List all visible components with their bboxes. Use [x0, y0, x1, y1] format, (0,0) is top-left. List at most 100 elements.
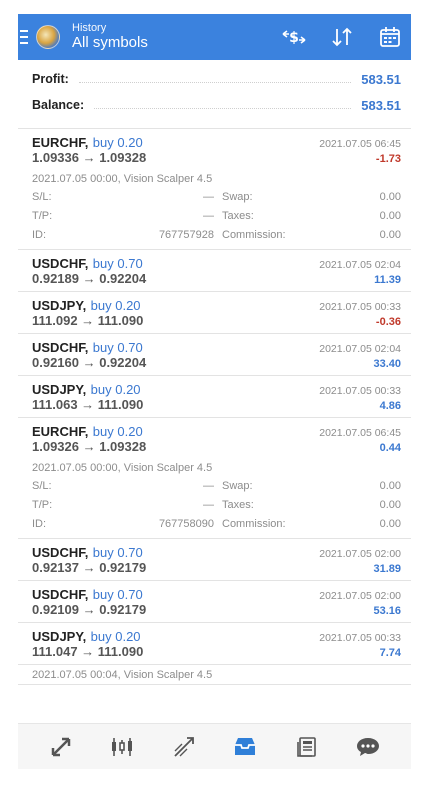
- deal-side: buy 0.20: [92, 135, 143, 150]
- partial-comment: 2021.07.05 00:04, Vision Scalper 4.5: [18, 665, 411, 685]
- deal-row[interactable]: USDJPY, buy 0.20 2021.07.05 00:33 111.04…: [18, 623, 411, 665]
- deal-datetime: 2021.07.05 02:00: [319, 590, 401, 602]
- tp-value: —: [203, 499, 214, 511]
- deal-datetime: 2021.07.05 00:33: [319, 301, 401, 313]
- balance-row: Balance: 583.51: [32, 92, 401, 118]
- history-icon[interactable]: [225, 727, 265, 767]
- balance-label: Balance:: [32, 98, 85, 112]
- profit-label: Profit:: [32, 72, 69, 86]
- deal-symbol: USDCHF,: [32, 340, 89, 355]
- deal-symbol: USDCHF,: [32, 587, 89, 602]
- taxes-label: Taxes:: [222, 210, 254, 222]
- deal-comment: 2021.07.05 00:00, Vision Scalper 4.5: [32, 462, 213, 474]
- deal-row[interactable]: USDCHF, buy 0.70 2021.07.05 02:04 0.9218…: [18, 250, 411, 292]
- sl-value: —: [203, 480, 214, 492]
- deal-prices: 111.092 → 111.090: [32, 313, 144, 328]
- chart-icon[interactable]: [102, 727, 142, 767]
- app-window: History All symbols $ Profit: 583.51 Bal…: [18, 14, 411, 769]
- tp-value: —: [203, 210, 214, 222]
- deal-symbol: EURCHF,: [32, 424, 89, 439]
- taxes-value: 0.00: [379, 210, 401, 222]
- quotes-icon[interactable]: [41, 727, 81, 767]
- deal-row[interactable]: USDJPY, buy 0.20 2021.07.05 00:33 111.06…: [18, 376, 411, 418]
- deal-prices: 111.047 → 111.090: [32, 644, 144, 659]
- swap-label: Swap:: [222, 480, 253, 492]
- deal-profit: -0.36: [375, 316, 401, 328]
- deal-side: buy 0.20: [90, 629, 141, 644]
- deal-datetime: 2021.07.05 02:04: [319, 259, 401, 271]
- deal-side: buy 0.70: [92, 587, 143, 602]
- balance-value: 583.51: [361, 97, 401, 113]
- swap-value: 0.00: [379, 191, 401, 203]
- trade-icon[interactable]: [164, 727, 204, 767]
- deal-profit: 33.40: [373, 358, 401, 370]
- sl-label: S/L:: [32, 191, 52, 203]
- deal-prices: 0.92109 → 0.92179: [32, 602, 147, 617]
- id-value: 767758090: [158, 518, 214, 530]
- tp-label: T/P:: [32, 210, 53, 222]
- deal-row[interactable]: USDCHF, buy 0.70 2021.07.05 02:04 0.9216…: [18, 334, 411, 376]
- deal-details: 2021.07.05 00:00, Vision Scalper 4.5 S/L…: [32, 459, 401, 534]
- deal-side: buy 0.70: [92, 545, 143, 560]
- commission-value: 0.00: [379, 518, 401, 530]
- id-value: 767757928: [158, 229, 214, 241]
- deal-profit: 7.74: [379, 647, 401, 659]
- deal-prices: 1.09326 → 1.09328: [32, 439, 147, 454]
- profit-row: Profit: 583.51: [32, 66, 401, 92]
- taxes-label: Taxes:: [222, 499, 254, 511]
- deal-datetime: 2021.07.05 06:45: [319, 138, 401, 150]
- deal-side: buy 0.20: [92, 424, 143, 439]
- commission-label: Commission:: [222, 518, 286, 530]
- deal-row[interactable]: EURCHF, buy 0.20 2021.07.05 06:45 1.0933…: [18, 129, 411, 250]
- deal-profit: -1.73: [375, 153, 401, 165]
- deal-side: buy 0.70: [92, 256, 143, 271]
- deal-row[interactable]: USDCHF, buy 0.70 2021.07.05 02:00 0.9210…: [18, 581, 411, 623]
- id-label: ID:: [32, 229, 47, 241]
- dollar-swap-icon[interactable]: $: [281, 24, 307, 50]
- deal-datetime: 2021.07.05 00:33: [319, 385, 401, 397]
- deal-profit: 31.89: [373, 563, 401, 575]
- deal-details: 2021.07.05 00:00, Vision Scalper 4.5 S/L…: [32, 170, 401, 245]
- deal-row[interactable]: USDJPY, buy 0.20 2021.07.05 00:33 111.09…: [18, 292, 411, 334]
- deal-prices: 1.09336 → 1.09328: [32, 150, 147, 165]
- deal-prices: 0.92160 → 0.92204: [32, 355, 147, 370]
- commission-value: 0.00: [379, 229, 401, 241]
- deal-datetime: 2021.07.05 02:04: [319, 343, 401, 355]
- swap-value: 0.00: [379, 480, 401, 492]
- deal-symbol: EURCHF,: [32, 135, 89, 150]
- svg-text:$: $: [289, 30, 299, 46]
- deal-symbol: USDJPY,: [32, 382, 87, 397]
- summary-panel: Profit: 583.51 Balance: 583.51: [18, 60, 411, 129]
- chat-icon[interactable]: [348, 727, 388, 767]
- deal-comment: 2021.07.05 00:00, Vision Scalper 4.5: [32, 173, 213, 185]
- menu-icon[interactable]: [18, 14, 32, 60]
- header-titles[interactable]: History All symbols: [72, 22, 148, 52]
- deal-datetime: 2021.07.05 02:00: [319, 548, 401, 560]
- deal-list: EURCHF, buy 0.20 2021.07.05 06:45 1.0933…: [18, 129, 411, 665]
- commission-label: Commission:: [222, 229, 286, 241]
- deal-symbol: USDJPY,: [32, 629, 87, 644]
- header-bar: History All symbols $: [18, 14, 411, 60]
- sl-label: S/L:: [32, 480, 52, 492]
- deal-side: buy 0.20: [90, 298, 141, 313]
- deal-row[interactable]: EURCHF, buy 0.20 2021.07.05 06:45 1.0932…: [18, 418, 411, 539]
- deal-symbol: USDCHF,: [32, 256, 89, 271]
- deal-datetime: 2021.07.05 06:45: [319, 427, 401, 439]
- deal-side: buy 0.20: [90, 382, 141, 397]
- deal-profit: 0.44: [379, 442, 401, 454]
- sort-icon[interactable]: [329, 24, 355, 50]
- deal-datetime: 2021.07.05 00:33: [319, 632, 401, 644]
- bottom-nav: [18, 723, 411, 769]
- header-title: All symbols: [72, 34, 148, 51]
- news-icon[interactable]: [287, 727, 327, 767]
- calendar-icon[interactable]: [377, 24, 403, 50]
- deal-side: buy 0.70: [92, 340, 143, 355]
- deal-profit: 53.16: [373, 605, 401, 617]
- deal-prices: 0.92189 → 0.92204: [32, 271, 147, 286]
- sl-value: —: [203, 191, 214, 203]
- id-label: ID:: [32, 518, 47, 530]
- profit-value: 583.51: [361, 71, 401, 87]
- swap-label: Swap:: [222, 191, 253, 203]
- deal-profit: 11.39: [374, 274, 401, 286]
- deal-row[interactable]: USDCHF, buy 0.70 2021.07.05 02:00 0.9213…: [18, 539, 411, 581]
